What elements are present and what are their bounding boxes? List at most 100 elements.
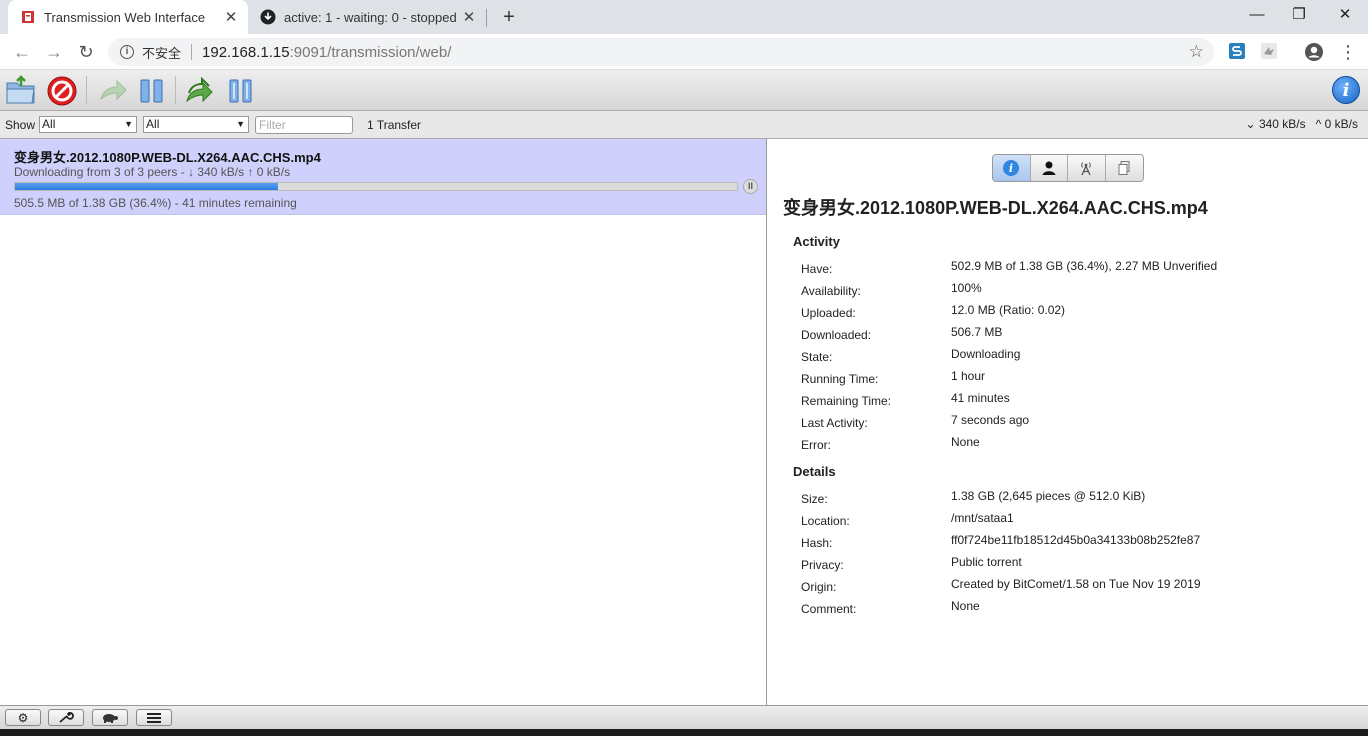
tab-files[interactable]	[1105, 155, 1143, 181]
row-running-time: Running Time: 1 hour	[801, 369, 1361, 392]
settings-button[interactable]: ⚙	[5, 709, 41, 726]
svg-text:i: i	[1009, 162, 1013, 175]
row-size: Size: 1.38 GB (2,645 pieces @ 512.0 KiB)	[801, 489, 1361, 512]
field-label: Uploaded:	[801, 306, 856, 320]
filter-bar: Show All ▼ All ▼ Filter 1 Transfer ⌄ 340…	[0, 111, 1368, 139]
torrent-progress-bar	[14, 182, 738, 191]
toolbar-separator	[86, 76, 87, 104]
tab-title: Transmission Web Interface	[44, 9, 206, 25]
back-arrow-icon[interactable]: ←	[10, 40, 34, 64]
field-value: 7 seconds ago	[951, 413, 1030, 427]
site-info-icon[interactable]: i	[120, 45, 134, 59]
dropdown-arrow-icon: ▼	[236, 119, 246, 129]
torrent-name: 变身男女.2012.1080P.WEB-DL.X264.AAC.CHS.mp4	[14, 150, 321, 165]
close-tab-icon[interactable]: ✕	[220, 8, 242, 26]
field-value: 100%	[951, 281, 982, 295]
info-icon: i	[1003, 160, 1020, 176]
torrent-pause-icon[interactable]: II	[743, 179, 758, 194]
field-value: /mnt/sataa1	[951, 511, 1014, 525]
field-value: Downloading	[951, 347, 1021, 361]
download-chevron-icon: ⌄	[1245, 117, 1256, 131]
field-label: Size:	[801, 492, 828, 506]
resume-arrow-icon	[100, 79, 127, 101]
extension-s-icon[interactable]	[1228, 42, 1248, 62]
address-bar[interactable]: i 不安全 192.168.1.15:9091/transmission/web…	[108, 38, 1214, 66]
pause-all-icon	[229, 79, 252, 103]
extension-bird-icon[interactable]	[1260, 42, 1280, 62]
field-value: Created by BitComet/1.58 on Tue Nov 19 2…	[951, 577, 1201, 591]
download-speed: 340 kB/s	[1258, 117, 1306, 131]
field-value: None	[951, 599, 980, 613]
url-path: :9091/transmission/web/	[289, 43, 452, 61]
field-value: ff0f724be11fb18512d45b0a34133b08b252fe87	[951, 533, 1201, 547]
minimize-button[interactable]: —	[1234, 0, 1280, 30]
browser-navbar: ← → ↻ i 不安全 192.168.1.15:9091/transmissi…	[0, 34, 1368, 70]
row-remaining-time: Remaining Time: 41 minutes	[801, 391, 1361, 414]
browser-tab-strip: Transmission Web Interface ✕ active: 1 -…	[0, 0, 1368, 34]
profile-avatar-icon[interactable]	[1304, 42, 1324, 62]
field-value: 1.38 GB (2,645 pieces @ 512.0 KiB)	[951, 489, 1146, 503]
sort-options-button[interactable]	[136, 709, 172, 726]
row-error: Error: None	[801, 435, 1361, 458]
pause-all-button[interactable]	[226, 75, 258, 107]
row-downloaded: Downloaded: 506.7 MB	[801, 325, 1361, 348]
row-availability: Availability: 100%	[801, 281, 1361, 304]
activity-heading: Activity	[793, 234, 840, 249]
transfer-count: 1 Transfer	[367, 117, 422, 132]
new-tab-button[interactable]: +	[498, 6, 520, 28]
tab-trackers[interactable]	[1068, 155, 1106, 181]
torrent-peers-status: Downloading from 3 of 3 peers - ↓ 340 kB…	[14, 165, 291, 179]
field-label: Last Activity:	[801, 416, 868, 430]
tab-info[interactable]: i	[993, 155, 1031, 181]
torrent-row[interactable]: 变身男女.2012.1080P.WEB-DL.X264.AAC.CHS.mp4 …	[0, 139, 766, 215]
files-icon	[1118, 161, 1130, 175]
status-filter-select[interactable]: All ▼	[39, 116, 138, 133]
resume-all-arrow-icon	[186, 76, 213, 103]
turtle-mode-button[interactable]	[92, 709, 128, 726]
about-info-icon[interactable]: i	[1332, 76, 1360, 104]
field-label: Comment:	[801, 602, 857, 616]
upload-speed: 0 kB/s	[1324, 117, 1358, 131]
close-tab-icon[interactable]: ✕	[458, 8, 480, 26]
details-heading: Details	[793, 464, 836, 479]
os-taskbar	[0, 729, 1368, 736]
field-label: Privacy:	[801, 558, 844, 572]
kebab-menu-icon[interactable]: ⋮	[1336, 40, 1360, 64]
preferences-button[interactable]	[48, 709, 84, 726]
gear-icon: ⚙	[17, 710, 29, 725]
tab-divider	[486, 9, 487, 27]
resume-all-button[interactable]	[185, 75, 217, 107]
tab-transmission[interactable]: Transmission Web Interface ✕	[8, 0, 248, 34]
close-window-button[interactable]: ✕	[1322, 0, 1368, 30]
field-label: Hash:	[801, 536, 833, 550]
wrench-icon	[59, 711, 74, 723]
forward-arrow-icon[interactable]: →	[42, 40, 66, 64]
dropdown-arrow-icon: ▼	[124, 119, 134, 129]
torrent-progress-fill	[15, 183, 278, 190]
open-folder-icon	[6, 75, 35, 104]
field-label: Origin:	[801, 580, 837, 594]
resume-button[interactable]	[97, 75, 129, 107]
field-label: Running Time:	[801, 372, 879, 386]
row-origin: Origin: Created by BitComet/1.58 on Tue N…	[801, 577, 1361, 600]
row-privacy: Privacy: Public torrent	[801, 555, 1361, 578]
url-host: 192.168.1.15	[202, 43, 290, 61]
inspector-tabs: i	[992, 154, 1144, 182]
toolbar-separator	[175, 76, 176, 104]
field-value: 41 minutes	[951, 391, 1010, 405]
field-value: 12.0 MB (Ratio: 0.02)	[951, 303, 1066, 317]
tab-peers[interactable]	[1030, 155, 1068, 181]
reload-icon[interactable]: ↻	[74, 40, 98, 64]
remove-torrent-button[interactable]	[46, 75, 78, 107]
bookmark-star-icon[interactable]: ☆	[1189, 42, 1204, 62]
torrent-progress-text: 505.5 MB of 1.38 GB (36.4%) - 41 minutes…	[14, 196, 297, 210]
filter-input[interactable]: Filter	[255, 115, 354, 134]
pause-button[interactable]	[136, 75, 168, 107]
open-torrent-button[interactable]	[5, 75, 37, 107]
tab-active-status[interactable]: active: 1 - waiting: 0 - stopped ✕	[248, 0, 486, 34]
download-circle-icon	[260, 9, 276, 25]
tracker-filter-select[interactable]: All ▼	[143, 116, 250, 133]
bottom-toolbar: ⚙	[0, 705, 1368, 729]
restore-button[interactable]: ❐	[1276, 0, 1322, 30]
tracker-filter-value: All	[146, 117, 160, 131]
